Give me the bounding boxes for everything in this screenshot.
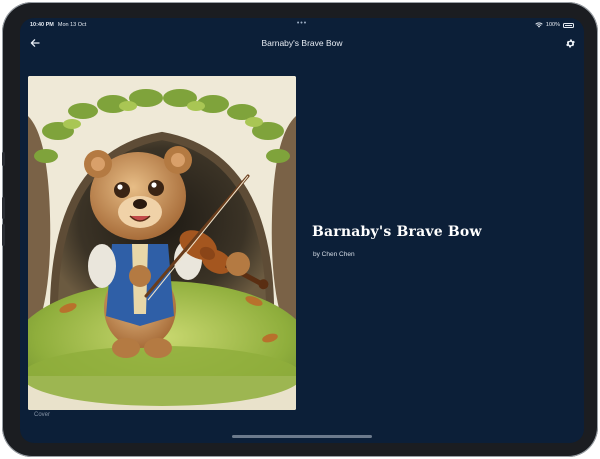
app-bar: Barnaby's Brave Bow — [20, 32, 584, 54]
wifi-icon — [535, 22, 543, 28]
app-screen: 10:40 PM Mon 13 Oct ••• 100% Barnaby's B… — [20, 18, 584, 443]
battery-icon — [563, 22, 574, 28]
status-time: 10:40 PM — [30, 22, 54, 28]
book-cover-image — [28, 76, 296, 410]
status-bar: 10:40 PM Mon 13 Oct ••• 100% — [20, 18, 584, 32]
battery-percent: 100% — [545, 22, 560, 28]
status-date: Mon 13 Oct — [57, 22, 87, 28]
book-author: by Chen Chen — [313, 251, 355, 258]
device-side-button — [2, 152, 5, 166]
device-volume-down — [2, 224, 5, 246]
device-volume-up — [2, 197, 5, 219]
gear-icon — [565, 39, 575, 47]
settings-button[interactable] — [562, 35, 578, 51]
arrow-left-icon — [30, 39, 40, 47]
tablet-frame: 10:40 PM Mon 13 Oct ••• 100% Barnaby's B… — [2, 2, 598, 457]
home-indicator[interactable] — [232, 435, 372, 438]
status-right: 100% — [535, 22, 574, 28]
back-button[interactable] — [27, 35, 43, 51]
cover-caption: Cover — [34, 412, 51, 418]
book-title: Barnaby's Brave Bow — [312, 224, 482, 240]
page-title: Barnaby's Brave Bow — [261, 38, 343, 48]
bear-violin-illustration — [28, 76, 296, 410]
multitasking-dots-icon[interactable]: ••• — [297, 20, 307, 27]
